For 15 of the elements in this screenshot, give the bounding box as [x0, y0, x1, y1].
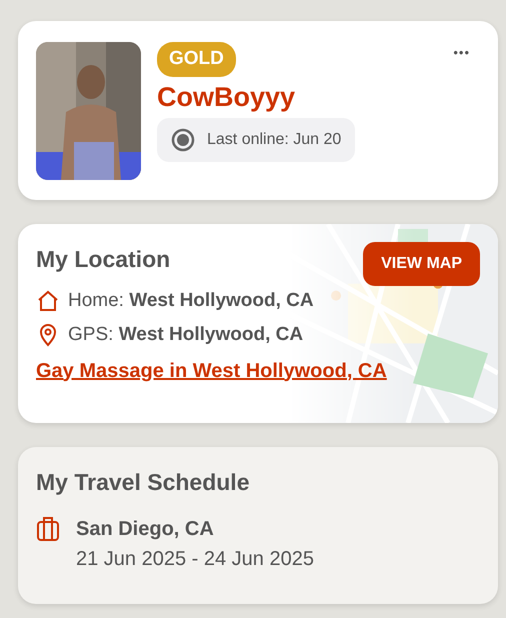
trip-dates: 21 Jun 2025 - 24 Jun 2025: [76, 546, 314, 572]
trip-place: San Diego, CA: [76, 516, 215, 542]
last-online-text: Last online: Jun 20: [207, 130, 342, 150]
section-title: My Travel Schedule: [36, 468, 250, 497]
massage-link[interactable]: Gay Massage in West Hollywood, CA: [36, 360, 387, 382]
tier-badge: GOLD: [157, 42, 236, 76]
suitcase-icon: [36, 516, 60, 542]
view-map-button[interactable]: VIEW MAP: [363, 242, 480, 286]
more-menu[interactable]: •••: [453, 43, 470, 62]
home-location: Home: West Hollywood, CA: [68, 288, 314, 312]
username: CowBoyyy: [157, 82, 296, 112]
home-icon: [36, 288, 60, 313]
gps-location: GPS: West Hollywood, CA: [68, 323, 304, 347]
radio-icon: [171, 128, 195, 152]
section-title: My Location: [36, 245, 170, 274]
